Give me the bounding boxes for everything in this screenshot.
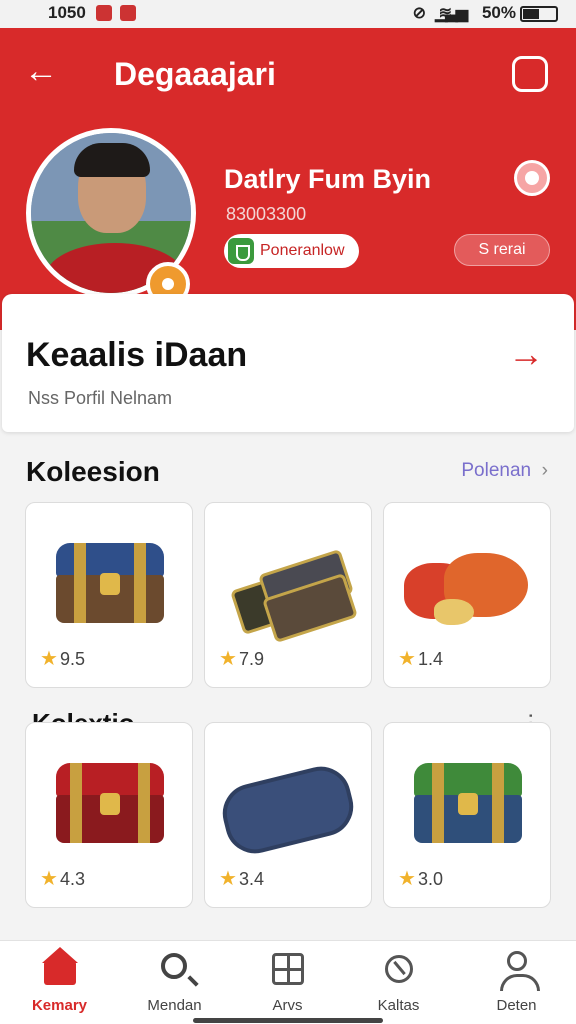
collection-item-red-chest[interactable]: ★ 4.3 [25,722,193,908]
collection-item-boxing-gloves[interactable]: ★ 1.4 [383,502,551,688]
notification-icon [96,5,112,21]
avatar-hair [74,143,150,177]
nav-item-tags[interactable]: Kaltas [341,941,456,1024]
nav-label: Kemary [31,997,88,1014]
shield-icon [228,238,254,264]
arrow-left-icon[interactable]: ← [24,54,58,88]
collection-link[interactable]: Polenan › [461,460,548,482]
item-rating: ★ 7.9 [219,648,264,670]
battery-icon [520,6,558,22]
nav-item-profile[interactable]: Deten [459,941,574,1024]
profile-card-subtitle: Nss Porfil Nelnam [28,388,173,408]
green-chest-icon [414,763,522,843]
page-title: Degaaajari [114,56,276,92]
tag-icon [381,951,417,987]
nav-item-search[interactable]: Mendan [117,941,232,1024]
nav-label: Mendan [147,997,202,1014]
profile-settings-icon[interactable] [512,56,548,92]
item-rating: ★ 3.0 [398,868,443,890]
status-time: 1050 [48,3,86,22]
collection-item-treasure-chest[interactable]: ★ 9.5 [25,502,193,688]
search-icon [157,951,193,987]
star-icon: ★ [40,868,58,890]
pencil-pouch-icon [216,760,360,860]
red-chest-icon [56,763,164,843]
battery-percent: 50% [481,3,516,22]
nav-label: Kaltas [377,997,420,1014]
card-pack-icon [225,548,359,644]
star-icon: ★ [398,868,416,890]
mute-icon: ⊘ [412,5,426,22]
small-action-button[interactable]: S rerai [454,234,550,266]
item-rating: ★ 9.5 [40,648,85,670]
chevron-right-icon: › [536,460,548,481]
app-notification-icon [120,5,136,21]
collection-title: Koleesion [26,456,160,487]
status-badge[interactable]: Poneranlow [224,234,359,268]
item-rating: ★ 4.3 [40,868,85,890]
status-label: Poneranlow [260,242,345,259]
user-id: 83003300 [226,204,307,224]
chat-icon[interactable] [514,160,550,196]
nav-label: Arvs [272,997,303,1014]
nav-item-grid[interactable]: Arvs [230,941,345,1024]
nav-item-home[interactable]: Kemary [2,941,117,1024]
user-icon [499,951,540,991]
profile-card[interactable]: Keaalis iDaan Nss Porfil Nelnam → [2,294,574,432]
home-icon [42,947,78,987]
status-bar: 1050 ⊘ ≋ ▁▃▅ 50% [0,0,576,28]
collection-item-card-pack[interactable]: ★ 7.9 [204,502,372,688]
star-icon: ★ [219,868,237,890]
collection-item-pencil-pouch[interactable]: ★ 3.4 [204,722,372,908]
collection-link-label: Polenan [461,460,532,481]
treasure-chest-icon [56,543,164,623]
item-rating: ★ 1.4 [398,648,443,670]
collection-item-green-chest[interactable]: ★ 3.0 [383,722,551,908]
star-icon: ★ [40,648,58,670]
grid-icon [270,951,306,987]
home-indicator[interactable] [193,1018,383,1023]
star-icon: ★ [398,648,416,670]
nav-label: Deten [496,997,537,1014]
profile-card-title: Keaalis iDaan [26,336,248,374]
user-name: Datlry Fum Byin [224,164,432,194]
arrow-right-icon[interactable]: → [508,336,544,372]
item-rating: ★ 3.4 [219,868,264,890]
star-icon: ★ [219,648,237,670]
signal-icon: ▁▃▅ [435,5,468,22]
boxing-gloves-icon [404,543,534,633]
bottom-nav: Kemary Mendan Arvs Kaltas Deten [0,940,576,1024]
